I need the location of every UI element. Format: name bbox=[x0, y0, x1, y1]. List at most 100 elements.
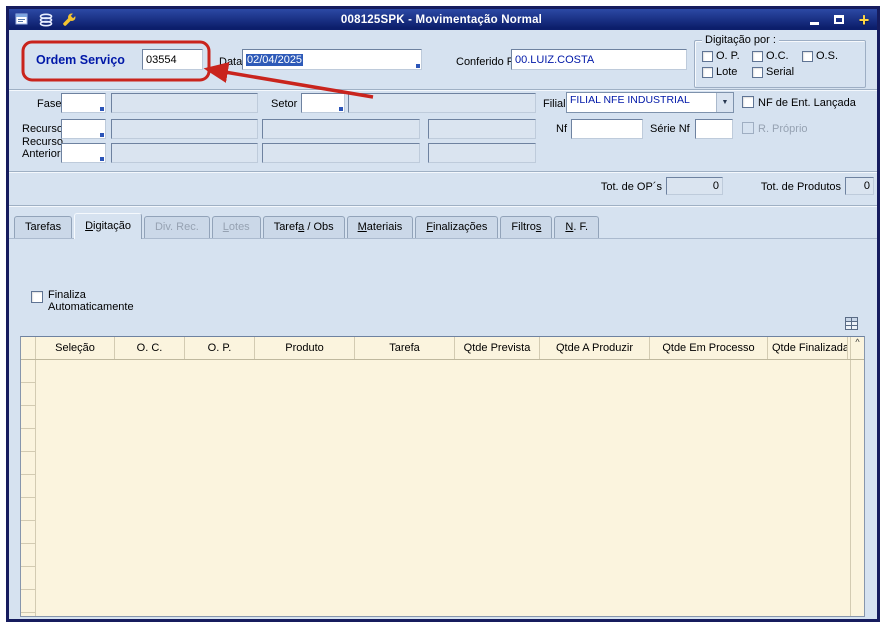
digitacao-options: O. P. O.C. O.S. Lote Serial bbox=[702, 50, 862, 78]
tab-tarefas[interactable]: Tarefas bbox=[14, 216, 73, 238]
coil-icon[interactable] bbox=[37, 12, 54, 27]
nf-label: Nf bbox=[556, 123, 567, 135]
conferido-por-value: 00.LUIZ.COSTA bbox=[515, 53, 595, 66]
plus-button[interactable]: + bbox=[855, 11, 873, 29]
row-selector bbox=[21, 360, 35, 383]
data-grid: Seleção O. C. O. P. Produto Tarefa Qtde Previ… bbox=[20, 336, 865, 617]
lookup-dot-icon bbox=[100, 157, 104, 161]
ordem-servico-input[interactable]: 03554 bbox=[142, 49, 203, 70]
recurso-anterior-desc-field bbox=[111, 143, 258, 163]
column-header-qtde-finalizada[interactable]: Qtde Finalizada bbox=[768, 337, 848, 359]
column-header-qtde-a-produzir[interactable]: Qtde A Produzir bbox=[540, 337, 650, 359]
row-selector bbox=[21, 406, 35, 429]
form-area: Ordem Serviço 03554 Data 02/04/2025 Conf… bbox=[9, 30, 877, 619]
row-selector bbox=[21, 567, 35, 590]
recurso-code-input[interactable] bbox=[61, 119, 106, 139]
tab-filtros[interactable]: Filtros bbox=[500, 216, 553, 238]
checkbox-o-p[interactable] bbox=[702, 50, 713, 62]
grid-header: Seleção O. C. O. P. Produto Tarefa Qtde Previ… bbox=[21, 337, 864, 360]
maximize-icon bbox=[834, 15, 844, 24]
form-icon[interactable] bbox=[13, 12, 30, 27]
scroll-up-button[interactable]: ^ bbox=[850, 337, 864, 359]
recurso-anterior-desc3-field bbox=[428, 143, 536, 163]
setor-label: Setor bbox=[271, 98, 298, 110]
grid-columns: Seleção O. C. O. P. Produto Tarefa Qtde Previ… bbox=[36, 337, 850, 359]
digitacao-option-o-p: O. P. bbox=[702, 50, 752, 62]
setor-code-input[interactable] bbox=[301, 93, 345, 113]
recurso-anterior-label-line2: Anterior bbox=[22, 148, 61, 160]
lookup-dot-icon bbox=[100, 133, 104, 137]
r-proprio-checkbox bbox=[742, 122, 754, 134]
row-selector bbox=[21, 590, 35, 613]
digitacao-option-lote: Lote bbox=[702, 66, 752, 78]
nf-input[interactable] bbox=[571, 119, 643, 139]
grid-corner bbox=[21, 337, 36, 359]
recurso-anterior-code-input[interactable] bbox=[61, 143, 106, 163]
window-title: 008125SPK - Movimentação Normal bbox=[340, 13, 543, 26]
checkbox-label: O. P. bbox=[716, 50, 740, 62]
digitacao-por-caption: Digitação por : bbox=[702, 34, 779, 46]
tab-tarefa-obs[interactable]: Tarefa / Obs bbox=[262, 216, 345, 238]
digitacao-option-o-s: O.S. bbox=[802, 50, 848, 62]
divider bbox=[9, 171, 877, 173]
filial-select[interactable]: FILIAL NFE INDUSTRIAL ▼ bbox=[566, 92, 734, 113]
tab-materiais[interactable]: Materiais bbox=[346, 216, 414, 238]
checkbox-label: O.S. bbox=[816, 50, 839, 62]
fase-label: Fase bbox=[37, 98, 62, 110]
finaliza-automaticamente-checkbox[interactable] bbox=[31, 291, 43, 303]
vertical-scrollbar[interactable] bbox=[850, 360, 864, 616]
tot-produtos-value: 0 bbox=[863, 180, 870, 192]
column-header-qtde-em-processo[interactable]: Qtde Em Processo bbox=[650, 337, 768, 359]
scroll-up-icon: ^ bbox=[855, 337, 860, 347]
tot-ops-value-field: 0 bbox=[666, 177, 723, 195]
tab-digitacao[interactable]: Digitação bbox=[74, 213, 142, 239]
column-header-o-p[interactable]: O. P. bbox=[185, 337, 255, 359]
checkbox-o-s[interactable] bbox=[802, 50, 813, 62]
column-header-tarefa[interactable]: Tarefa bbox=[355, 337, 455, 359]
checkbox-label: Lote bbox=[716, 66, 738, 78]
recurso-desc-field bbox=[111, 119, 258, 139]
data-value: 02/04/2025 bbox=[246, 53, 304, 66]
tab-bar: Tarefas Digitação Div. Rec. Lotes Tarefa / O… bbox=[9, 213, 877, 239]
tab-n-f[interactable]: N. F. bbox=[554, 216, 599, 238]
lookup-dot-icon bbox=[416, 64, 420, 68]
finaliza-label-line1: Finaliza bbox=[48, 289, 86, 301]
column-header-selecao[interactable]: Seleção bbox=[36, 337, 115, 359]
checkbox-lote[interactable] bbox=[702, 66, 713, 78]
fase-code-input[interactable] bbox=[61, 93, 106, 113]
grid-settings-icon[interactable] bbox=[845, 317, 858, 330]
minimize-button[interactable] bbox=[805, 12, 823, 27]
chevron-down-icon[interactable]: ▼ bbox=[716, 93, 733, 112]
row-selector bbox=[21, 452, 35, 475]
filial-label: Filial bbox=[543, 98, 566, 110]
data-input[interactable]: 02/04/2025 bbox=[242, 49, 422, 70]
row-selector bbox=[21, 383, 35, 406]
maximize-button[interactable] bbox=[830, 12, 848, 27]
setor-desc-field bbox=[348, 93, 536, 113]
row-selector-gutter bbox=[21, 360, 36, 616]
checkbox-serial[interactable] bbox=[752, 66, 763, 78]
row-selector bbox=[21, 475, 35, 498]
tot-ops-label: Tot. de OP´s bbox=[600, 181, 662, 193]
column-header-o-c[interactable]: O. C. bbox=[115, 337, 185, 359]
divider bbox=[9, 89, 877, 91]
column-header-produto[interactable]: Produto bbox=[255, 337, 355, 359]
ordem-servico-value: 03554 bbox=[146, 53, 177, 66]
serie-nf-label: Série Nf bbox=[650, 123, 690, 135]
column-header-qtde-prevista[interactable]: Qtde Prevista bbox=[455, 337, 540, 359]
checkbox-label: Serial bbox=[766, 66, 795, 78]
finaliza-label-line2: Automaticamente bbox=[48, 301, 134, 313]
tab-finalizacoes[interactable]: Finalizações bbox=[415, 216, 499, 238]
digitacao-option-o-c: O.C. bbox=[752, 50, 802, 62]
app-window: 008125SPK - Movimentação Normal + Ordem … bbox=[6, 6, 880, 622]
nf-ent-lancada-label: NF de Ent. Lançada bbox=[758, 97, 856, 109]
wrench-icon[interactable] bbox=[61, 12, 78, 27]
conferido-por-input[interactable]: 00.LUIZ.COSTA bbox=[511, 49, 687, 70]
nf-ent-lancada-checkbox[interactable] bbox=[742, 96, 754, 108]
tot-produtos-label: Tot. de Produtos bbox=[760, 181, 841, 193]
title-bar: 008125SPK - Movimentação Normal + bbox=[9, 9, 877, 30]
serie-nf-input[interactable] bbox=[695, 119, 733, 139]
row-selector bbox=[21, 429, 35, 452]
fase-desc-field bbox=[111, 93, 258, 113]
checkbox-o-c[interactable] bbox=[752, 50, 763, 62]
